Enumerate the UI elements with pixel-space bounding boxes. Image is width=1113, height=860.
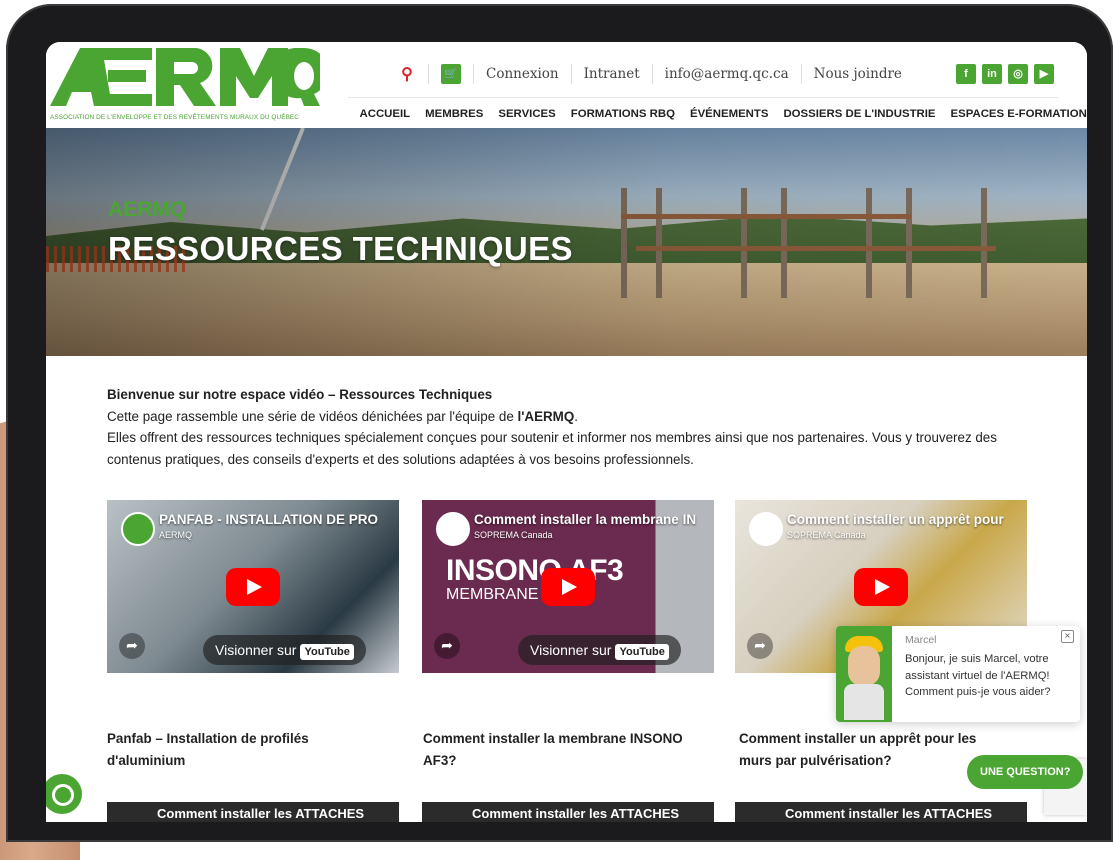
header-divider (348, 97, 1058, 98)
divider (473, 64, 474, 84)
watch-label: Visionner sur (215, 642, 297, 658)
divider (651, 64, 653, 84)
intranet-link[interactable]: Intranet (584, 66, 640, 82)
main-nav: ACCUEIL MEMBRES SERVICES FORMATIONS RBQ … (352, 104, 1087, 131)
facebook-icon[interactable]: f (956, 64, 976, 84)
nav-item-espaces-e-formations[interactable]: ESPACES E-FORMATIONS (943, 104, 1087, 126)
video-channel: SOPREMA Canada (474, 530, 553, 540)
share-icon[interactable]: ➦ (434, 633, 460, 659)
video-player-next[interactable]: Comment installer les ATTACHES (422, 802, 714, 822)
video-title[interactable]: Comment installer la membrane IN (474, 512, 696, 527)
ask-question-button[interactable]: UNE QUESTION? (967, 755, 1084, 789)
play-button[interactable] (854, 567, 908, 606)
aermq-logo-mark (50, 47, 320, 106)
share-icon[interactable]: ➦ (747, 633, 773, 659)
nav-item-evenements[interactable]: ÉVÉNEMENTS (682, 104, 775, 126)
chatbot-name: Marcel (905, 634, 937, 646)
nav-item-dossiers-industrie[interactable]: DOSSIERS DE L'INDUSTRIE (776, 104, 943, 126)
intro-line2-pre: Cette page rassemble une série de vidéos… (107, 408, 518, 424)
video-title[interactable]: Comment installer les ATTACHES (472, 806, 679, 821)
video-caption[interactable]: Panfab – Installation de profilés d'alum… (107, 728, 377, 771)
video-title[interactable]: PANFAB - INSTALLATION DE PRO (159, 512, 378, 527)
play-button[interactable] (226, 567, 280, 606)
video-caption[interactable]: Comment installer la membrane INSONO AF3… (423, 728, 713, 771)
thumbnail-product-type: MEMBRANE (446, 586, 539, 603)
search-icon[interactable]: ⚲ (398, 65, 416, 83)
hero-kicker: AERMQ (108, 198, 187, 221)
video-title[interactable]: Comment installer un apprêt pour (787, 512, 1004, 527)
video-player-next[interactable]: Comment installer les ATTACHES (735, 802, 1027, 822)
video-player-next[interactable]: Comment installer les ATTACHES (107, 802, 399, 822)
video-player-insono[interactable]: Comment installer la membrane IN SOPREMA… (422, 500, 714, 673)
intro-line3: Elles offrent des ressources techniques … (107, 430, 997, 467)
social-links: f in ◎ ▶ (956, 64, 1054, 84)
video-title[interactable]: Comment installer les ATTACHES (785, 806, 992, 821)
hero-banner: AERMQ RESSOURCES TECHNIQUES (46, 128, 1087, 356)
video-channel: SOPREMA Canada (787, 530, 866, 540)
contact-link[interactable]: Nous joindre (814, 66, 902, 82)
chatbot-avatar (836, 626, 892, 722)
watch-label: Visionner sur (530, 642, 612, 658)
watch-on-youtube-button[interactable]: Visionner sur YouTube (518, 635, 681, 665)
connexion-link[interactable]: Connexion (486, 66, 559, 82)
play-button[interactable] (541, 567, 595, 606)
thumbnail-product-name: INSONO AF3 (446, 554, 624, 587)
tablet-frame: ASSOCIATION DE L'ENVELOPPE ET DES REVÊTE… (6, 4, 1113, 842)
share-icon[interactable]: ➦ (119, 633, 145, 659)
divider (428, 64, 429, 84)
channel-avatar[interactable] (121, 512, 155, 546)
site-header: ASSOCIATION DE L'ENVELOPPE ET DES REVÊTE… (46, 42, 1087, 131)
intro-line: Cette page rassemble une série de vidéos… (107, 406, 1007, 428)
nav-item-services[interactable]: SERVICES (490, 104, 564, 131)
intro-line2-bold: l'AERMQ (517, 408, 575, 424)
body-icon (844, 684, 884, 720)
video-channel: AERMQ (159, 530, 193, 540)
chat-popup[interactable]: Marcel Bonjour, je suis Marcel, votre as… (836, 626, 1080, 722)
cart-icon[interactable]: 🛒 (441, 64, 461, 84)
nav-item-accueil[interactable]: ACCUEIL (352, 104, 418, 126)
intro-lead: Bienvenue sur notre espace vidéo – Resso… (107, 387, 493, 402)
youtube-logo: YouTube (300, 644, 354, 660)
divider (570, 64, 572, 84)
nav-item-formations-rbq[interactable]: FORMATIONS RBQ (563, 104, 682, 126)
browser-screen: ASSOCIATION DE L'ENVELOPPE ET DES REVÊTE… (46, 42, 1087, 822)
page-title: RESSOURCES TECHNIQUES (108, 230, 573, 267)
aermq-logo[interactable]: ASSOCIATION DE L'ENVELOPPE ET DES REVÊTE… (50, 46, 320, 122)
video-player-panfab[interactable]: PANFAB - INSTALLATION DE PRO AERMQ ➦ Vis… (107, 500, 399, 673)
watch-on-youtube-button[interactable]: Visionner sur YouTube (203, 635, 366, 665)
instagram-icon[interactable]: ◎ (1008, 64, 1028, 84)
face-icon (848, 646, 880, 686)
email-link[interactable]: info@aermq.qc.ca (665, 66, 789, 82)
accessibility-icon[interactable] (46, 774, 82, 814)
channel-avatar[interactable] (436, 512, 470, 546)
close-icon[interactable]: × (1061, 630, 1074, 643)
logo-subtitle: ASSOCIATION DE L'ENVELOPPE ET DES REVÊTE… (50, 114, 300, 121)
chatbot-message: Bonjour, je suis Marcel, votre assistant… (905, 653, 1051, 698)
nav-item-membres[interactable]: MEMBRES (418, 104, 491, 126)
channel-avatar[interactable] (749, 512, 783, 546)
linkedin-icon[interactable]: in (982, 64, 1002, 84)
divider (800, 64, 802, 84)
intro-text: Bienvenue sur notre espace vidéo – Resso… (107, 384, 1007, 470)
youtube-logo: YouTube (615, 644, 669, 660)
video-title[interactable]: Comment installer les ATTACHES (157, 806, 364, 821)
top-utility-bar: ⚲ 🛒 Connexion Intranet info@aermq.qc.ca … (398, 60, 902, 88)
intro-line2-post: . (574, 408, 578, 424)
youtube-icon[interactable]: ▶ (1034, 64, 1054, 84)
